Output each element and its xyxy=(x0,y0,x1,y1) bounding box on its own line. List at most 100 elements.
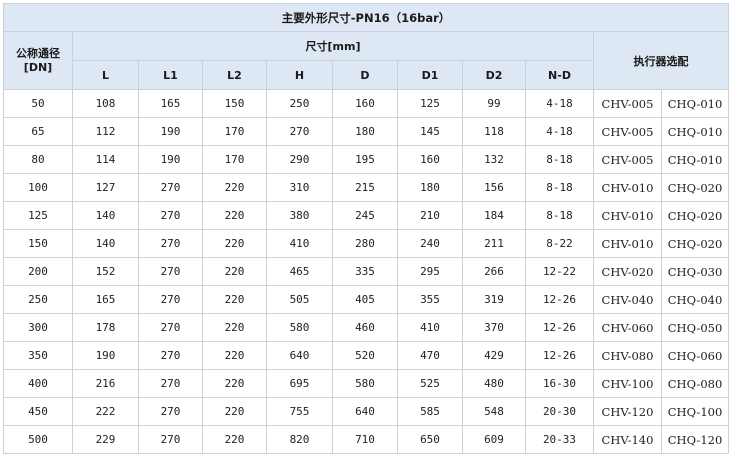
dimension-cell: 195 xyxy=(332,145,398,174)
dimension-cell: 140 xyxy=(72,201,139,230)
actuator-cell: CHQ-010 xyxy=(660,89,730,118)
dimension-cell: 410 xyxy=(266,229,333,258)
dimension-cell: 220 xyxy=(202,229,267,258)
dimension-table-container: 主要外形尺寸-PN16（16bar） 公称通径 [DN] 尺寸[mm] 执行器选配… xyxy=(2,3,730,454)
dn-cell: 150 xyxy=(3,229,73,258)
actuator-cell: CHV-010 xyxy=(593,229,662,258)
dimension-cell: 20-33 xyxy=(525,425,594,454)
dn-cell: 350 xyxy=(3,341,73,370)
dimension-cell: 132 xyxy=(462,145,526,174)
dimension-cell: 190 xyxy=(138,117,203,146)
table-row: 100 127 270 220 310 215 180 156 8-18 CHV-010 CHQ-0… xyxy=(3,173,730,202)
actuator-cell: CHQ-120 xyxy=(660,425,730,454)
dn-cell: 250 xyxy=(3,285,73,314)
dimension-cell: 8-18 xyxy=(525,145,594,174)
dn-cell: 200 xyxy=(3,257,73,286)
dimension-cell: 585 xyxy=(397,397,463,426)
dimension-cell: 470 xyxy=(397,341,463,370)
dims-header: 尺寸[mm] xyxy=(72,31,594,61)
table-row: 200 152 270 220 465 335 295 266 12-22 CHV-020 CHQ-… xyxy=(3,257,730,286)
actuator-cell: CHQ-020 xyxy=(660,201,730,230)
dimension-cell: 211 xyxy=(462,229,526,258)
dimension-cell: 250 xyxy=(266,89,333,118)
actuator-cell: CHV-010 xyxy=(593,201,662,230)
dimension-cell: 4-18 xyxy=(525,89,594,118)
actuator-cell: CHQ-010 xyxy=(660,145,730,174)
dimension-cell: 460 xyxy=(332,313,398,342)
dimension-cell: 270 xyxy=(138,341,203,370)
actuator-cell: CHV-100 xyxy=(593,369,662,398)
dimension-cell: 335 xyxy=(332,257,398,286)
dimension-cell: 220 xyxy=(202,313,267,342)
actuator-header: 执行器选配 xyxy=(592,31,730,90)
dimension-cell: 125 xyxy=(397,89,463,118)
dimension-cell: 310 xyxy=(266,173,333,202)
dimension-cell: 216 xyxy=(72,369,139,398)
dimension-cell: 465 xyxy=(266,257,333,286)
dimension-cell: 580 xyxy=(266,313,333,342)
table-row: 150 140 270 220 410 280 240 211 8-22 CHV-010 CHQ-0… xyxy=(3,229,730,258)
dn-cell: 65 xyxy=(3,117,73,146)
dimension-cell: 410 xyxy=(397,313,463,342)
dimension-cell: 650 xyxy=(397,425,463,454)
column-header: H xyxy=(266,60,333,90)
dimension-cell: 609 xyxy=(462,425,526,454)
dimension-cell: 12-26 xyxy=(525,313,594,342)
actuator-cell: CHV-140 xyxy=(593,425,662,454)
dimension-cell: 270 xyxy=(138,285,203,314)
dimension-cell: 525 xyxy=(397,369,463,398)
dimension-cell: 222 xyxy=(72,397,139,426)
dimension-cell: 145 xyxy=(397,117,463,146)
dimension-cell: 405 xyxy=(332,285,398,314)
actuator-cell: CHQ-100 xyxy=(660,397,730,426)
dimension-cell: 755 xyxy=(266,397,333,426)
dimension-cell: 380 xyxy=(266,201,333,230)
dimension-cell: 118 xyxy=(462,117,526,146)
dimension-cell: 108 xyxy=(72,89,139,118)
dimension-cell: 640 xyxy=(332,397,398,426)
column-header: D xyxy=(332,60,398,90)
dimension-cell: 184 xyxy=(462,201,526,230)
column-header: D1 xyxy=(397,60,463,90)
table-title: 主要外形尺寸-PN16（16bar） xyxy=(2,3,730,32)
column-header: L2 xyxy=(202,60,267,90)
dn-cell: 80 xyxy=(3,145,73,174)
dimension-cell: 152 xyxy=(72,257,139,286)
dimension-cell: 220 xyxy=(202,341,267,370)
actuator-cell: CHV-120 xyxy=(593,397,662,426)
dimension-cell: 16-30 xyxy=(525,369,594,398)
table-row: 50 108 165 150 250 160 125 99 4-18 CHV-005 CHQ-010 xyxy=(3,89,730,118)
dimension-cell: 710 xyxy=(332,425,398,454)
dimension-cell: 580 xyxy=(332,369,398,398)
dimension-cell: 180 xyxy=(397,173,463,202)
dn-cell: 50 xyxy=(3,89,73,118)
table-row: 125 140 270 220 380 245 210 184 8-18 CHV-010 CHQ-0… xyxy=(3,201,730,230)
dimension-cell: 270 xyxy=(138,425,203,454)
dimension-cell: 160 xyxy=(332,89,398,118)
actuator-cell: CHQ-030 xyxy=(660,257,730,286)
table-row: 300 178 270 220 580 460 410 370 12-26 CHV-060 CHQ-… xyxy=(3,313,730,342)
dimension-cell: 220 xyxy=(202,285,267,314)
dimension-cell: 12-26 xyxy=(525,341,594,370)
dimension-cell: 295 xyxy=(397,257,463,286)
dimension-cell: 240 xyxy=(397,229,463,258)
column-header: D2 xyxy=(462,60,526,90)
column-header: L xyxy=(72,60,139,90)
table-row: 400 216 270 220 695 580 525 480 16-30 CHV-100 CHQ-… xyxy=(3,369,730,398)
dimension-cell: 220 xyxy=(202,173,267,202)
dn-header: 公称通径 [DN] xyxy=(3,31,73,90)
dimension-cell: 270 xyxy=(138,397,203,426)
dn-header-line2: [DN] xyxy=(23,60,53,74)
dimension-cell: 8-18 xyxy=(525,201,594,230)
dimension-cell: 150 xyxy=(202,89,267,118)
actuator-cell: CHQ-040 xyxy=(660,285,730,314)
dimension-cell: 215 xyxy=(332,173,398,202)
table-row: 80 114 190 170 290 195 160 132 8-18 CHV-005 CHQ-01… xyxy=(3,145,730,174)
dimension-cell: 210 xyxy=(397,201,463,230)
table-row: 350 190 270 220 640 520 470 429 12-26 CHV-080 CHQ-… xyxy=(3,341,730,370)
dimension-cell: 12-22 xyxy=(525,257,594,286)
dimension-cell: 270 xyxy=(138,257,203,286)
dimension-cell: 12-26 xyxy=(525,285,594,314)
dimension-cell: 355 xyxy=(397,285,463,314)
dn-cell: 300 xyxy=(3,313,73,342)
